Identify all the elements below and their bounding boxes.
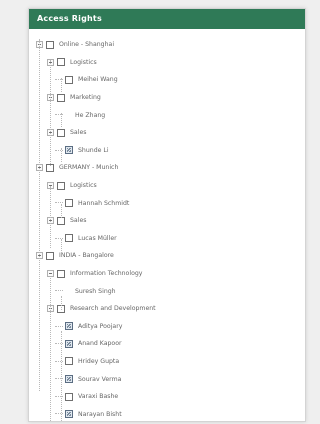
access-checkbox[interactable]: [57, 93, 65, 102]
tree-node-label: Meihei Wang: [78, 76, 118, 84]
tree-node-label: Research and Development: [70, 305, 156, 313]
tree-node-row[interactable]: Research and Development: [29, 300, 305, 318]
tree-node-label: Hridey Gupta: [78, 357, 120, 365]
access-rights-panel: Access Rights Online - Shanghai Logistics…: [28, 8, 306, 422]
tree-leaf-row[interactable]: Suresh Singh: [29, 282, 305, 300]
tree-branch-line: [61, 148, 62, 162]
tree-node-row[interactable]: Information Technology: [29, 265, 305, 283]
access-checkbox[interactable]: [65, 410, 73, 419]
tree-leaf-row[interactable]: Sourav Verma: [29, 370, 305, 388]
tree-node-row[interactable]: INDIA - Bangalore: [29, 247, 305, 265]
tree-node-row[interactable]: Logistics: [29, 54, 305, 72]
access-checkbox[interactable]: [65, 357, 73, 366]
tree-connector-line: [55, 290, 63, 292]
tree-node-row[interactable]: Logistics: [29, 177, 305, 195]
panel-header: Access Rights: [29, 9, 305, 29]
tree-node-label: Sales: [70, 129, 87, 137]
tree-node-row[interactable]: GERMANY - Munich: [29, 159, 305, 177]
tree-leaf-row[interactable]: He Zhang: [29, 106, 305, 124]
tree-branch-line: [61, 331, 62, 421]
tree-branch-line: [61, 78, 62, 92]
collapse-toggle-icon[interactable]: [47, 270, 54, 278]
tree-node-label: INDIA - Bangalore: [59, 252, 114, 260]
access-checkbox[interactable]: [57, 181, 65, 190]
access-checkbox[interactable]: [65, 234, 73, 243]
tree-connector-line: [55, 325, 63, 327]
tree-branch-line: [50, 186, 51, 248]
access-checkbox[interactable]: [65, 146, 73, 155]
access-checkbox[interactable]: [65, 199, 73, 208]
tree-node-label: Information Technology: [70, 270, 143, 278]
tree-node-label: Aditya Poojary: [78, 322, 123, 330]
tree-node-label: Narayan Bisht: [78, 410, 122, 418]
tree-branch-line: [61, 113, 62, 127]
tree-node-label: Hannah Schmidt: [78, 199, 130, 207]
tree-node-label: Lucas Müller: [78, 234, 117, 242]
tree-node-label: Anand Kapoor: [78, 340, 122, 348]
tree-node-label: He Zhang: [75, 111, 106, 119]
tree-leaf-row[interactable]: Meihei Wang: [29, 71, 305, 89]
tree-branch-line: [39, 39, 40, 391]
tree-node-row[interactable]: Online - Shanghai: [29, 36, 305, 54]
access-checkbox[interactable]: [57, 128, 65, 137]
tree-node-label: GERMANY - Munich: [59, 164, 119, 172]
access-checkbox[interactable]: [57, 269, 65, 278]
tree-node-label: Sales: [70, 217, 87, 225]
tree-leaf-row[interactable]: Aditya Poojary: [29, 318, 305, 336]
tree-node-label: Marketing: [70, 94, 101, 102]
tree-leaf-row[interactable]: Hridey Gupta: [29, 353, 305, 371]
tree-leaf-row[interactable]: Anand Kapoor: [29, 335, 305, 353]
tree-leaf-row[interactable]: Narayan Bisht: [29, 405, 305, 421]
access-checkbox[interactable]: [65, 322, 73, 331]
access-checkbox[interactable]: [57, 58, 65, 67]
tree-branch-line: [50, 60, 51, 166]
access-checkbox[interactable]: [46, 251, 54, 260]
tree-node-label: Suresh Singh: [75, 287, 116, 295]
access-checkbox[interactable]: [46, 40, 54, 49]
tree-node-label: Logistics: [70, 58, 97, 66]
tree-branch-line: [61, 296, 62, 310]
tree-leaf-row[interactable]: Hannah Schmidt: [29, 194, 305, 212]
access-checkbox[interactable]: [65, 75, 73, 84]
access-checkbox[interactable]: [65, 339, 73, 348]
tree-node-row[interactable]: Sales: [29, 212, 305, 230]
access-checkbox[interactable]: [65, 392, 73, 401]
tree-leaf-row[interactable]: Shunde Li: [29, 142, 305, 160]
tree-node-label: Shunde Li: [78, 146, 109, 154]
tree-node-label: Online - Shanghai: [59, 41, 115, 49]
tree-node-row[interactable]: Sales: [29, 124, 305, 142]
tree-node-label: Logistics: [70, 182, 97, 190]
tree-branch-line: [61, 204, 62, 218]
tree-node-row[interactable]: Marketing: [29, 89, 305, 107]
tree-branch-line: [50, 278, 51, 421]
tree-leaf-row[interactable]: Varaxi Bashe: [29, 388, 305, 406]
access-tree: Online - Shanghai Logistics Meihei Wang Mar…: [29, 29, 305, 421]
tree-leaf-row[interactable]: Lucas Müller: [29, 230, 305, 248]
tree-node-label: Sourav Verma: [78, 375, 122, 383]
tree-branch-line: [61, 239, 62, 253]
access-checkbox[interactable]: [65, 375, 73, 384]
tree-node-label: Varaxi Bashe: [78, 393, 119, 401]
